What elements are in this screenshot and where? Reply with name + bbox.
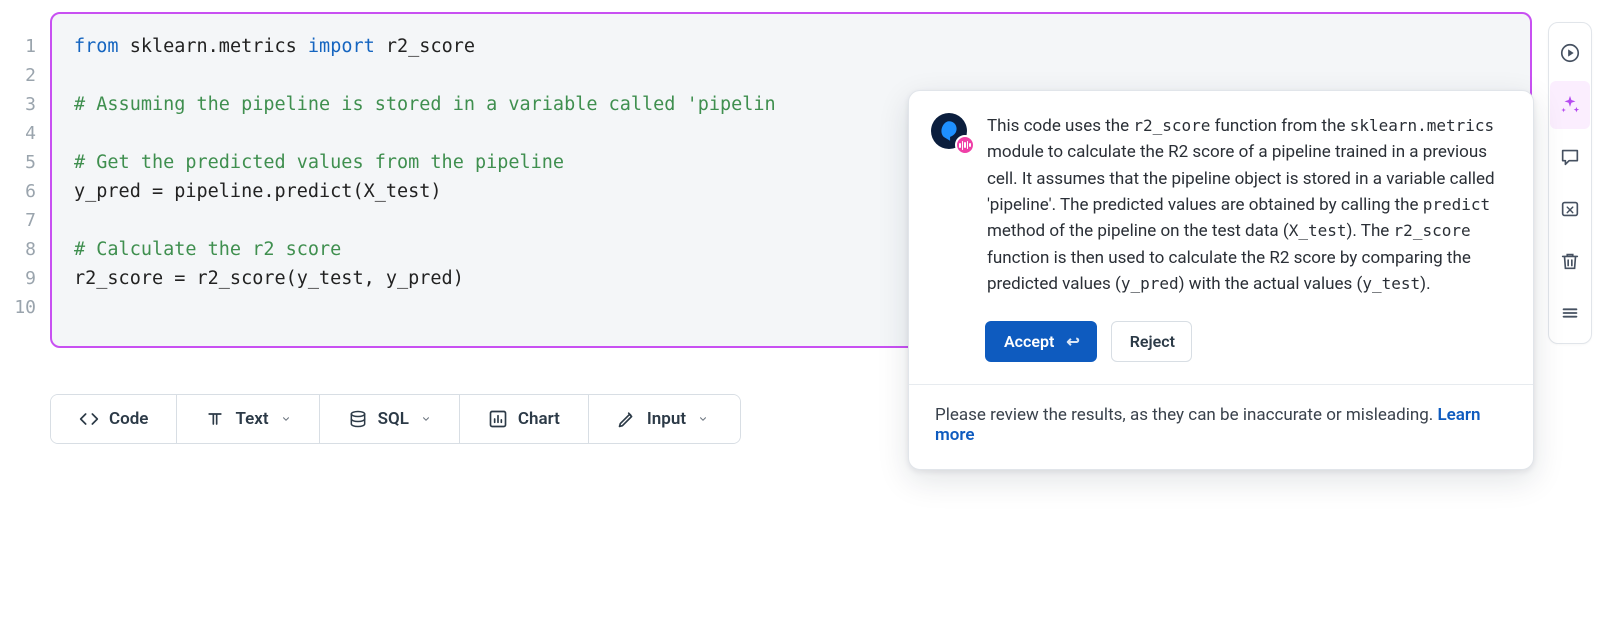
line-number: 1 [0, 32, 46, 61]
add-sql-button[interactable]: SQL [320, 395, 460, 443]
variable-inspector-button[interactable] [1550, 183, 1590, 235]
toolbar-label: Text [235, 409, 268, 429]
accept-button[interactable]: Accept ↩ [985, 321, 1097, 362]
assistant-disclaimer: Please review the results, as they can b… [909, 384, 1533, 469]
line-number: 7 [0, 206, 46, 235]
cell-insert-toolbar: Code Text SQL Chart Input [50, 394, 741, 444]
assistant-actions: Accept ↩ Reject [909, 321, 1533, 384]
line-number: 9 [0, 264, 46, 293]
chevron-down-icon [421, 414, 431, 424]
code-line: from sklearn.metrics import r2_score [74, 32, 1508, 61]
ai-assistant-button[interactable] [1550, 81, 1590, 129]
add-code-button[interactable]: Code [51, 395, 177, 443]
code-icon [79, 409, 99, 429]
line-number-gutter: 12345678910 [0, 12, 46, 322]
chart-icon [488, 409, 508, 429]
line-number: 6 [0, 177, 46, 206]
cell-side-rail [1548, 22, 1592, 344]
code-line [74, 61, 1508, 90]
add-chart-button[interactable]: Chart [460, 395, 589, 443]
button-label: Accept [1004, 332, 1054, 351]
assistant-explanation: This code uses the r2_score function fro… [987, 113, 1507, 297]
toolbar-label: Chart [518, 409, 560, 429]
delete-cell-button[interactable] [1550, 235, 1590, 287]
chevron-down-icon [698, 414, 708, 424]
line-number: 4 [0, 119, 46, 148]
line-number: 3 [0, 90, 46, 119]
assistant-avatar [931, 113, 969, 151]
shortcut-hint: ↩ [1066, 332, 1079, 351]
toolbar-label: Code [109, 409, 148, 429]
text-icon [205, 409, 225, 429]
line-number: 8 [0, 235, 46, 264]
pencil-icon [617, 409, 637, 429]
run-cell-button[interactable] [1550, 27, 1590, 79]
toolbar-label: Input [647, 409, 686, 429]
add-text-button[interactable]: Text [177, 395, 319, 443]
chevron-down-icon [281, 414, 291, 424]
disclaimer-text: Please review the results, as they can b… [935, 405, 1437, 425]
toolbar-label: SQL [378, 409, 409, 429]
reject-button[interactable]: Reject [1111, 321, 1192, 362]
voice-badge-icon [955, 135, 975, 155]
line-number: 5 [0, 148, 46, 177]
line-number: 2 [0, 61, 46, 90]
button-label: Reject [1130, 332, 1175, 351]
comment-button[interactable] [1550, 131, 1590, 183]
line-number: 10 [0, 293, 46, 322]
more-actions-button[interactable] [1550, 287, 1590, 339]
ai-assistant-panel: This code uses the r2_score function fro… [908, 90, 1534, 470]
sql-icon [348, 409, 368, 429]
add-input-button[interactable]: Input [589, 395, 740, 443]
